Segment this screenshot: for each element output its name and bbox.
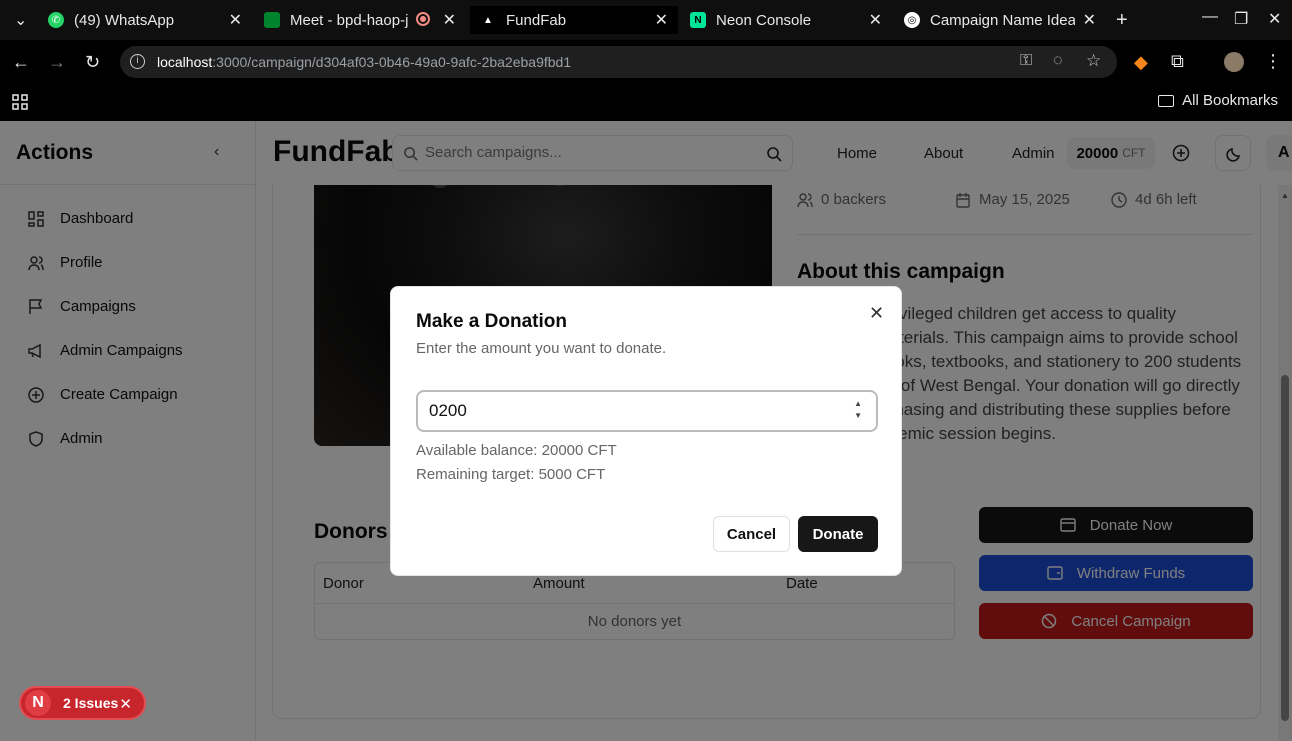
browser-tab-bar: ⌄ ✆ (49) WhatsApp ✕ Meet - bpd-haop-j ✕ … <box>0 0 1292 40</box>
donation-dialog: Make a Donation Enter the amount you wan… <box>390 286 902 576</box>
available-balance: Available balance: 20000 CFT <box>416 442 617 459</box>
issues-badge[interactable]: N 2 Issues ✕ <box>19 686 146 720</box>
back-icon[interactable]: ← <box>12 52 30 73</box>
tab-fundfab[interactable]: ▲ FundFab ✕ <box>470 6 678 34</box>
apps-icon[interactable] <box>12 94 28 110</box>
tab-campaign-ideas[interactable]: ◎ Campaign Name Idea ✕ <box>904 6 1096 34</box>
neon-icon: N <box>690 12 706 28</box>
forward-icon[interactable]: → <box>48 52 66 73</box>
bookmarks-bar: All Bookmarks <box>0 86 1292 121</box>
minimize-icon[interactable]: — <box>1202 8 1218 26</box>
close-icon[interactable]: ✕ <box>655 10 668 30</box>
recording-icon <box>416 12 430 26</box>
url-field[interactable]: i localhost:3000/campaign/d304af03-0b46-… <box>120 46 1117 78</box>
folder-icon <box>1158 94 1175 107</box>
close-icon[interactable]: ✕ <box>869 10 882 30</box>
metamask-icon[interactable]: ◆ <box>1134 52 1148 73</box>
all-bookmarks[interactable]: All Bookmarks <box>1158 92 1278 109</box>
site-info-icon[interactable]: i <box>130 54 145 69</box>
meet-icon <box>264 12 280 28</box>
close-icon[interactable]: ✕ <box>869 303 884 324</box>
amount-field: ▲▼ <box>416 390 878 432</box>
new-tab-icon[interactable]: + <box>1116 9 1128 32</box>
dialog-title: Make a Donation <box>416 311 567 332</box>
donate-button[interactable]: Donate <box>798 516 878 552</box>
dialog-subtitle: Enter the amount you want to donate. <box>416 340 667 357</box>
reload-icon[interactable]: ↻ <box>85 52 100 73</box>
star-icon[interactable]: ☆ <box>1086 51 1101 71</box>
close-icon[interactable]: ✕ <box>119 695 132 713</box>
whatsapp-icon: ✆ <box>48 12 64 28</box>
nextjs-icon: N <box>25 690 51 716</box>
key-icon[interactable]: ⚿ <box>1020 52 1032 70</box>
window-close-icon[interactable]: ✕ <box>1268 9 1281 29</box>
close-icon[interactable]: ✕ <box>1083 10 1096 30</box>
fundfab-icon: ▲ <box>483 14 493 26</box>
amount-input[interactable] <box>429 401 829 421</box>
tab-whatsapp[interactable]: ✆ (49) WhatsApp ✕ <box>48 6 242 34</box>
amount-stepper[interactable]: ▲ ▼ <box>854 398 862 422</box>
tab-neon[interactable]: N Neon Console ✕ <box>690 6 882 34</box>
chatgpt-icon: ◎ <box>904 12 920 28</box>
menu-icon[interactable]: ⋮ <box>1264 51 1282 72</box>
close-icon[interactable]: ✕ <box>443 10 456 30</box>
close-icon[interactable]: ✕ <box>229 10 242 30</box>
remaining-target: Remaining target: 5000 CFT <box>416 466 606 483</box>
tab-search-icon[interactable]: ⌄ <box>14 10 27 30</box>
restore-icon[interactable]: ❐ <box>1234 9 1248 29</box>
cancel-button[interactable]: Cancel <box>713 516 790 552</box>
tab-meet[interactable]: Meet - bpd-haop-j ✕ <box>264 6 456 34</box>
extensions-icon[interactable]: ⧉ <box>1171 51 1184 72</box>
address-bar: ← → ↻ i localhost:3000/campaign/d304af03… <box>0 40 1292 86</box>
profile-avatar[interactable] <box>1224 52 1244 72</box>
eye-off-icon[interactable]: ◌ <box>1053 52 1063 70</box>
